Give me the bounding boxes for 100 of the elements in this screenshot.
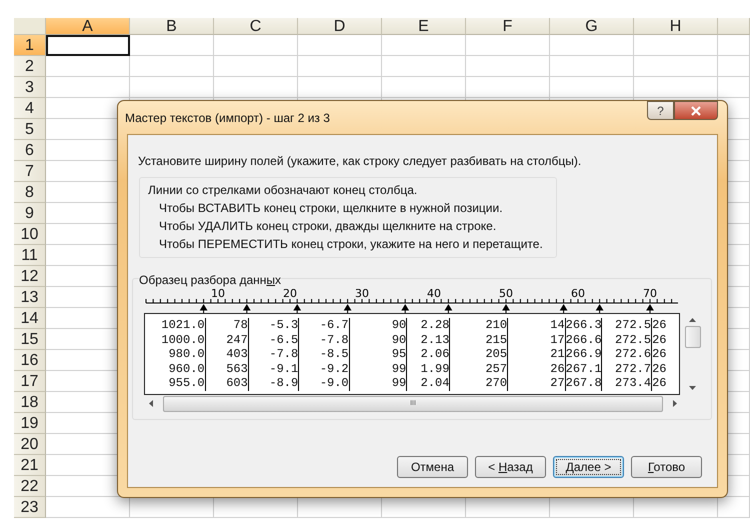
row-header[interactable]: 19 bbox=[14, 413, 46, 434]
data-cell: -8.5 bbox=[298, 347, 349, 362]
data-cell: 210 bbox=[449, 318, 508, 333]
sheet-cell[interactable] bbox=[130, 35, 214, 56]
column-header[interactable] bbox=[718, 18, 750, 35]
row-header[interactable]: 2 bbox=[14, 56, 46, 77]
info-heading: Линии со стрелками обозначают конец столбца. bbox=[148, 183, 418, 197]
up-arrow-icon[interactable] bbox=[689, 317, 696, 322]
row-header[interactable]: 8 bbox=[14, 182, 46, 203]
row-header[interactable]: 10 bbox=[14, 224, 46, 245]
right-arrow-icon[interactable] bbox=[673, 400, 678, 408]
row-header[interactable]: 3 bbox=[14, 77, 46, 98]
data-cell: 272.7 bbox=[600, 362, 652, 376]
row-header[interactable]: 9 bbox=[14, 203, 46, 224]
row-header[interactable]: 15 bbox=[14, 329, 46, 350]
sheet-cell[interactable] bbox=[130, 77, 214, 98]
sheet-cell[interactable] bbox=[298, 35, 382, 56]
scrollbar-thumb[interactable] bbox=[684, 326, 700, 348]
sheet-cell[interactable] bbox=[298, 56, 382, 77]
data-cell: -6.5 bbox=[248, 332, 298, 348]
sheet-cell[interactable] bbox=[718, 56, 750, 77]
sheet-cell[interactable] bbox=[466, 35, 550, 56]
data-cell: 247 bbox=[204, 332, 248, 348]
row-header[interactable]: 21 bbox=[14, 455, 46, 476]
sheet-cell[interactable] bbox=[718, 77, 750, 98]
sheet-cell[interactable] bbox=[46, 56, 130, 77]
row-header[interactable]: 11 bbox=[14, 245, 46, 266]
sheet-cell[interactable] bbox=[550, 56, 634, 77]
data-cell: -9.1 bbox=[248, 362, 298, 376]
column-header[interactable]: A bbox=[46, 18, 130, 35]
sheet-cell[interactable] bbox=[130, 56, 214, 77]
column-header[interactable]: B bbox=[130, 18, 214, 35]
row-header[interactable]: 22 bbox=[14, 476, 46, 497]
dialog-button[interactable]: Далее > bbox=[553, 456, 624, 478]
sheet-cell[interactable] bbox=[550, 77, 634, 98]
data-cell: 272.5 bbox=[600, 318, 652, 333]
data-cell: 21 bbox=[507, 347, 565, 362]
data-cell: -7.8 bbox=[298, 332, 349, 348]
column-header[interactable]: D bbox=[298, 18, 382, 35]
column-ruler[interactable]: 10 20 30 40 50 60 70 bbox=[144, 289, 680, 313]
sheet-cell[interactable] bbox=[466, 77, 550, 98]
close-icon bbox=[691, 106, 701, 116]
sheet-cell[interactable] bbox=[46, 77, 130, 98]
dialog-button[interactable]: < Назад bbox=[475, 456, 546, 478]
column-header[interactable]: G bbox=[550, 18, 634, 35]
left-arrow-icon[interactable] bbox=[148, 400, 153, 408]
data-preview[interactable] bbox=[144, 313, 680, 395]
sheet-cell[interactable] bbox=[382, 35, 466, 56]
sheet-cell[interactable] bbox=[634, 56, 718, 77]
dialog-button[interactable]: Отмена bbox=[397, 456, 468, 478]
info-line: Чтобы УДАЛИТЬ конец строки, дважды щелкните на строке. bbox=[158, 219, 498, 233]
row-header[interactable]: 16 bbox=[14, 350, 46, 371]
sheet-cell[interactable] bbox=[382, 77, 466, 98]
data-cell: 563 bbox=[204, 362, 248, 376]
sheet-cell[interactable] bbox=[214, 77, 298, 98]
row-header[interactable]: 7 bbox=[14, 161, 46, 182]
row-header[interactable]: 1 bbox=[14, 35, 46, 56]
data-cell: 257 bbox=[449, 362, 508, 376]
column-header[interactable]: E bbox=[382, 18, 466, 35]
data-cell: -7.8 bbox=[248, 347, 298, 362]
row-header[interactable]: 17 bbox=[14, 371, 46, 392]
data-cell: 26 bbox=[651, 347, 679, 362]
data-cell: 95 bbox=[348, 347, 406, 362]
row-header[interactable]: 4 bbox=[14, 98, 46, 119]
data-cell: 266.6 bbox=[564, 332, 601, 348]
sheet-cell[interactable] bbox=[718, 35, 750, 56]
dialog-button[interactable]: Готово bbox=[631, 456, 702, 478]
data-cell: 14 bbox=[507, 318, 565, 333]
row-header[interactable]: 13 bbox=[14, 287, 46, 308]
sheet-cell[interactable] bbox=[298, 77, 382, 98]
row-header[interactable]: 20 bbox=[14, 434, 46, 455]
help-button[interactable]: ? bbox=[647, 101, 674, 120]
sheet-cell[interactable] bbox=[382, 56, 466, 77]
row-header[interactable]: 23 bbox=[14, 497, 46, 518]
row-header[interactable]: 6 bbox=[14, 140, 46, 161]
data-cell: 90 bbox=[348, 318, 406, 333]
close-button[interactable] bbox=[674, 101, 718, 120]
row-header[interactable]: 5 bbox=[14, 119, 46, 140]
sheet-cell[interactable] bbox=[550, 35, 634, 56]
data-cell: 2.28 bbox=[406, 318, 450, 333]
select-all-corner[interactable] bbox=[14, 18, 46, 35]
data-cell: 27 bbox=[507, 376, 565, 391]
data-cell: 26 bbox=[651, 376, 679, 391]
column-header[interactable]: C bbox=[214, 18, 298, 35]
data-cell: 205 bbox=[449, 347, 508, 362]
sheet-cell[interactable] bbox=[466, 56, 550, 77]
row-header[interactable]: 18 bbox=[14, 392, 46, 413]
sheet-cell[interactable] bbox=[634, 35, 718, 56]
column-header[interactable]: F bbox=[466, 18, 550, 35]
column-header[interactable]: H bbox=[634, 18, 718, 35]
row-header[interactable]: 12 bbox=[14, 266, 46, 287]
sheet-cell[interactable] bbox=[634, 77, 718, 98]
sheet-cell[interactable] bbox=[214, 35, 298, 56]
active-cell[interactable] bbox=[46, 35, 130, 56]
row-header[interactable]: 14 bbox=[14, 308, 46, 329]
group-label: Образец разбора данных bbox=[139, 273, 282, 287]
data-cell: 272.6 bbox=[600, 347, 652, 362]
down-arrow-icon[interactable] bbox=[689, 386, 696, 391]
data-cell: 272.5 bbox=[600, 332, 652, 348]
sheet-cell[interactable] bbox=[214, 56, 298, 77]
